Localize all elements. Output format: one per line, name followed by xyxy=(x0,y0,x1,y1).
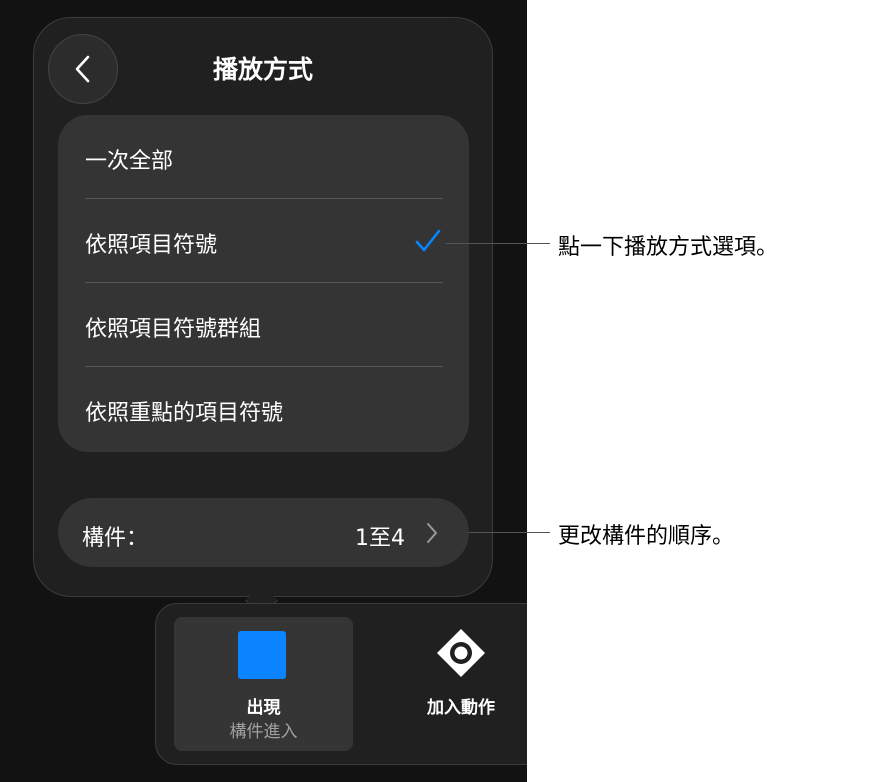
option-by-highlighted-bullet[interactable]: 依照重點的項目符號 xyxy=(58,367,469,451)
add-action-label: 加入動作 xyxy=(427,698,495,718)
option-by-bullet[interactable]: 依照項目符號 xyxy=(58,199,469,283)
checkmark-icon xyxy=(415,229,441,252)
build-in-thumbnail xyxy=(238,631,286,679)
option-label: 依照項目符號群組 xyxy=(85,317,262,342)
build-effect-subtitle: 構件進入 xyxy=(229,722,298,742)
parts-order-row[interactable]: 構件： 1至4 xyxy=(58,498,469,567)
parts-value: 1至4 xyxy=(355,526,405,551)
callout-line xyxy=(446,243,550,244)
callout-delivery-options: 點一下播放方式選項。 xyxy=(558,235,779,260)
option-label: 依照項目符號 xyxy=(85,233,218,258)
callout-parts-order: 更改構件的順序。 xyxy=(558,524,735,549)
add-action-icon xyxy=(437,629,485,677)
popover-title: 播放方式 xyxy=(212,55,313,84)
option-all-at-once[interactable]: 一次全部 xyxy=(58,115,469,199)
chevron-left-icon xyxy=(75,55,90,83)
callout-line xyxy=(469,532,550,533)
chevron-right-icon xyxy=(427,523,437,543)
delivery-options-list: 一次全部 依照項目符號 依照項目符號群組 依照重點的項目符號 xyxy=(58,115,469,452)
appear-build-tile[interactable]: 出現 構件進入 xyxy=(174,617,353,751)
back-button[interactable] xyxy=(48,34,118,104)
option-label: 一次全部 xyxy=(85,149,174,174)
build-effect-title: 出現 xyxy=(246,698,281,718)
option-by-bullet-group[interactable]: 依照項目符號群組 xyxy=(58,283,469,367)
add-action-button[interactable]: 加入動作 xyxy=(405,617,517,751)
parts-label: 構件： xyxy=(82,526,149,551)
option-label: 依照重點的項目符號 xyxy=(85,401,284,426)
